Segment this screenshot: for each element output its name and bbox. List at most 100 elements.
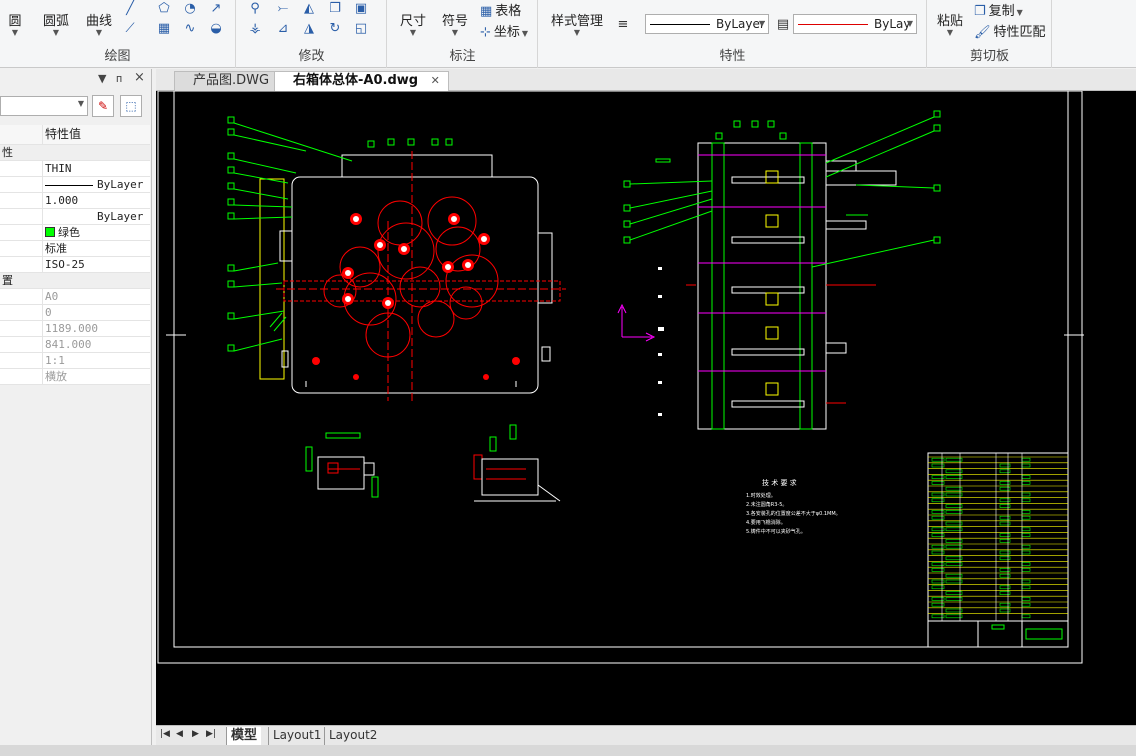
circle-button[interactable]: 圆 ▼: [2, 0, 28, 37]
tech-req-line: 3.各安装孔的位置度公差不大于φ0.1MM。: [746, 510, 841, 517]
bom-rows: [928, 453, 1068, 621]
match-properties-button[interactable]: 🖌 特性匹配: [974, 21, 1046, 40]
property-value-text: THIN: [45, 162, 72, 175]
close-icon[interactable]: ×: [134, 70, 145, 85]
array-tool-icon[interactable]: ▣: [351, 0, 371, 18]
draw-panel-title: 绘图: [104, 49, 131, 64]
property-row[interactable]: ByLayer: [0, 209, 150, 225]
palette-menu-icon[interactable]: ▼: [98, 72, 106, 85]
bom-cell-mark: [945, 492, 963, 497]
property-row[interactable]: 1.000: [0, 193, 150, 209]
bom-cell-mark: [999, 533, 1011, 537]
fillet-tool-icon[interactable]: ◱: [351, 20, 371, 38]
symbol-button[interactable]: 符号 ▼: [440, 0, 470, 37]
property-row[interactable]: 841.000: [0, 337, 150, 353]
prev-layout-icon[interactable]: ◀: [176, 729, 183, 739]
tab-layout1[interactable]: Layout1: [268, 727, 325, 745]
move-tool-icon[interactable]: ⚲: [245, 0, 265, 18]
property-row[interactable]: A0: [0, 289, 150, 305]
cad-drawing[interactable]: 技 术 要 求 1.时效处理。 2.未注圆角R3-5。 3.各安装孔的位置度公差…: [156, 91, 1136, 725]
mirror-tool-icon[interactable]: ⚶: [245, 20, 265, 38]
property-row[interactable]: 绿色: [0, 225, 150, 241]
property-value: ByLayer: [42, 177, 150, 192]
properties-header-row: 特性值: [0, 125, 150, 145]
property-row[interactable]: 标准: [0, 241, 150, 257]
close-icon[interactable]: ✕: [431, 74, 440, 87]
property-value-text: 1:1: [45, 354, 65, 367]
pin-icon[interactable]: ᴨ: [116, 72, 122, 85]
paste-button[interactable]: 粘贴 ▼: [934, 0, 966, 37]
extend-tool-icon[interactable]: ⊿: [273, 20, 293, 38]
clipboard-panel: 粘贴 ▼ ❐ 复制 ▼ 🖌 特性匹配 剪切板: [928, 0, 1052, 68]
detail-view-b: [473, 424, 561, 502]
section-view-leaders: [623, 110, 941, 268]
paste-label: 粘贴: [936, 14, 963, 29]
rotate-tool-icon[interactable]: ↻: [325, 20, 345, 38]
property-value-text: 0: [45, 306, 52, 319]
copy-label: 复制: [988, 4, 1015, 19]
tech-req-line: 1.时效处理。: [746, 492, 776, 499]
property-row[interactable]: 横放: [0, 369, 150, 385]
point-tool-icon[interactable]: ↗: [206, 0, 226, 18]
ellipse-tool-icon[interactable]: ◔: [180, 0, 200, 18]
hatch-tool-icon[interactable]: ▦: [154, 20, 174, 38]
doc-tab-right-box[interactable]: 右箱体总体-A0.dwg ✕: [274, 71, 449, 91]
bom-cell-mark: [1021, 475, 1031, 479]
chevron-down-icon: ▼: [451, 28, 459, 37]
property-row[interactable]: 1:1: [0, 353, 150, 369]
chevron-down-icon: ▼: [11, 28, 19, 37]
first-layout-icon[interactable]: |◀: [160, 729, 170, 739]
bom-cell-mark: [1021, 457, 1031, 462]
property-value: ByLayer: [42, 209, 150, 224]
stretch-tool-icon[interactable]: ◮: [299, 20, 319, 38]
drawing-canvas[interactable]: 技 术 要 求 1.时效处理。 2.未注圆角R3-5。 3.各安装孔的位置度公差…: [156, 91, 1136, 725]
spline-tool-icon[interactable]: ∿: [180, 20, 200, 38]
property-row[interactable]: ISO-25: [0, 257, 150, 273]
polyline-button[interactable]: 曲线 ▼: [84, 0, 114, 37]
region-tool-icon[interactable]: ◒: [206, 20, 226, 38]
table-button[interactable]: ▦ 表格: [480, 0, 521, 19]
bom-cell-mark: [945, 539, 963, 543]
lineweight-icon[interactable]: ≡: [613, 16, 633, 34]
trim-tool-icon[interactable]: ⤚: [273, 0, 293, 18]
coordinate-button[interactable]: ⊹ 坐标 ▼: [480, 21, 528, 40]
property-row[interactable]: ByLayer: [0, 177, 150, 193]
polygon-tool-icon[interactable]: ⬠: [154, 0, 174, 18]
bom-cell-mark: [1021, 550, 1031, 555]
tech-req-line: 2.未注圆角R3-5。: [746, 501, 787, 508]
style-manager-button[interactable]: 样式管理 ▼: [549, 0, 605, 37]
front-view: [259, 138, 566, 401]
linetype-combo[interactable]: ByLayer ▼: [645, 14, 769, 34]
color-combo[interactable]: ByLay ▼: [793, 14, 917, 34]
copy-button[interactable]: ❐ 复制 ▼: [974, 0, 1023, 19]
property-row[interactable]: 1189.000: [0, 321, 150, 337]
chevron-down-icon: ▼: [77, 99, 84, 108]
symbol-label: 符号: [441, 14, 468, 29]
property-row[interactable]: THIN: [0, 161, 150, 177]
doc-tab-product[interactable]: 产品图.DWG: [174, 71, 279, 91]
bom-cell-mark: [945, 475, 963, 479]
chevron-down-icon: ▼: [906, 19, 913, 28]
select-objects-button[interactable]: ⬚: [120, 95, 142, 117]
next-layout-icon[interactable]: ▶: [192, 729, 199, 739]
tab-layout2[interactable]: Layout2: [324, 727, 381, 745]
detail-view-a: [305, 432, 379, 498]
toggle-pickadd-button[interactable]: ✎: [92, 95, 114, 117]
dimension-button[interactable]: 尺寸 ▼: [398, 0, 428, 37]
color-swatch: [45, 227, 55, 237]
last-layout-icon[interactable]: ▶|: [206, 729, 216, 739]
construction-line-icon[interactable]: ⟋: [120, 20, 140, 38]
tab-model[interactable]: 模型: [226, 727, 262, 745]
bom-cell-mark: [1021, 498, 1031, 503]
ribbon: 圆 ▼ 圆弧 ▼ 曲线 ▼ ╱ ⟋ ⬠ ▦ ◔ ∿ ↗ ◒ 绘图 ⚲ ⚶ ⤚ ⊿…: [0, 0, 1136, 68]
scale-tool-icon[interactable]: ◭: [299, 0, 319, 18]
object-type-select[interactable]: ▼: [0, 96, 88, 116]
color-icon[interactable]: ▤: [773, 16, 793, 34]
property-row[interactable]: 0: [0, 305, 150, 321]
arc-button[interactable]: 圆弧 ▼: [40, 0, 72, 37]
line-tool-icon[interactable]: ╱: [120, 0, 140, 18]
copy-object-icon[interactable]: ❐: [325, 0, 345, 18]
chevron-down-icon: ▼: [758, 19, 765, 28]
bom-cell-mark: [1021, 544, 1031, 549]
tech-req-title: 技 术 要 求: [762, 478, 797, 487]
